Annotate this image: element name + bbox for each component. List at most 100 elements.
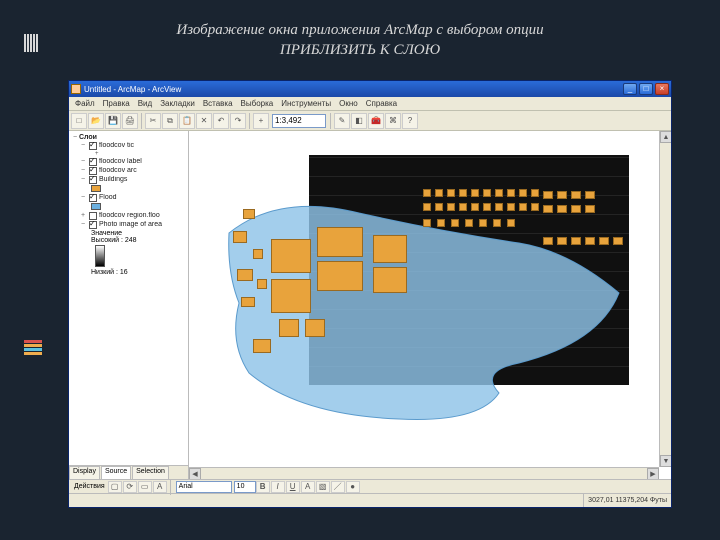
text-tool-icon[interactable]: A <box>153 481 167 493</box>
window-title: Untitled - ArcMap - ArcView <box>84 85 181 94</box>
draw-label[interactable]: Действия <box>71 483 108 490</box>
open-icon[interactable]: 📂 <box>88 113 104 129</box>
editor-toolbar-icon[interactable]: ✎ <box>334 113 350 129</box>
bold-button[interactable]: B <box>256 481 270 493</box>
line-color-icon[interactable]: ／ <box>331 481 345 493</box>
close-button[interactable]: × <box>655 83 669 95</box>
layer-label: floodcov label <box>99 158 186 165</box>
horizontal-scrollbar[interactable]: ◀ ▶ <box>189 467 659 479</box>
expand-icon[interactable]: − <box>79 221 87 228</box>
underline-button[interactable]: U <box>286 481 300 493</box>
layer-buildings[interactable]: − Buildings <box>71 176 186 184</box>
add-data-icon[interactable]: + <box>253 113 269 129</box>
minimize-button[interactable]: _ <box>623 83 637 95</box>
marker-color-icon[interactable]: ● <box>346 481 360 493</box>
raster-value-label: Значение <box>91 230 186 237</box>
scroll-left-icon[interactable]: ◀ <box>189 468 201 479</box>
maximize-button[interactable]: □ <box>639 83 653 95</box>
buildings-swatch <box>91 185 101 192</box>
layer-label: Flood <box>99 194 186 201</box>
checkbox-icon[interactable] <box>89 142 97 150</box>
print-icon[interactable]: 🖨 <box>122 113 138 129</box>
layer-label: floodcov region.floo <box>99 212 186 219</box>
draw-toolbar: Действия ▢ ⟳ ▭ A Arial 10 B I U A ▧ ／ ● <box>69 479 671 493</box>
expand-icon[interactable]: − <box>79 167 87 174</box>
buildings-layer <box>223 179 643 419</box>
scale-input[interactable]: 1:3,492 <box>272 114 326 128</box>
menu-view[interactable]: Вид <box>134 99 156 108</box>
vertical-scrollbar[interactable]: ▲ ▼ <box>659 131 671 467</box>
expand-icon[interactable]: − <box>79 158 87 165</box>
table-of-contents: − Слои − floodcov tic + − floodcov label… <box>69 131 189 479</box>
arcmap-icon <box>71 84 81 94</box>
toolbox-icon[interactable]: 🧰 <box>368 113 384 129</box>
checkbox-icon[interactable] <box>89 176 97 184</box>
menu-file[interactable]: Файл <box>71 99 99 108</box>
raster-gradient-swatch <box>95 245 105 267</box>
map-view[interactable]: ▲ ▼ ◀ ▶ <box>189 131 671 479</box>
layer-label: Photo image of area <box>99 221 186 228</box>
flood-swatch <box>91 203 101 210</box>
raster-high-label: Высокий : 248 <box>91 237 186 244</box>
scroll-right-icon[interactable]: ▶ <box>647 468 659 479</box>
slide-decor-stripes-left <box>24 340 42 356</box>
menu-insert[interactable]: Вставка <box>199 99 237 108</box>
font-size-select[interactable]: 10 <box>234 481 256 493</box>
expand-icon[interactable]: − <box>79 142 87 149</box>
italic-button[interactable]: I <box>271 481 285 493</box>
font-select[interactable]: Arial <box>176 481 232 493</box>
menu-bookmarks[interactable]: Закладки <box>156 99 199 108</box>
scroll-up-icon[interactable]: ▲ <box>660 131 671 143</box>
map-canvas[interactable] <box>219 149 653 469</box>
checkbox-icon[interactable] <box>89 194 97 202</box>
layer-label: Buildings <box>99 176 186 183</box>
slide-caption: Изображение окна приложения ArcMap с выб… <box>0 0 720 75</box>
scroll-down-icon[interactable]: ▼ <box>660 455 671 467</box>
menu-selection[interactable]: Выборка <box>237 99 278 108</box>
standard-toolbar: □ 📂 💾 🖨 ✂ ⧉ 📋 ✕ ↶ ↷ + 1:3,492 ✎ ◧ 🧰 ⌘ ? <box>69 111 671 131</box>
undo-icon[interactable]: ↶ <box>213 113 229 129</box>
layer-floodcov-tic[interactable]: − floodcov tic <box>71 142 186 150</box>
command-line-icon[interactable]: ⌘ <box>385 113 401 129</box>
select-element-icon[interactable]: ▢ <box>108 481 122 493</box>
symbol-point: + <box>95 151 186 157</box>
tab-selection[interactable]: Selection <box>132 466 169 479</box>
fill-color-icon[interactable]: ▧ <box>316 481 330 493</box>
menu-tools[interactable]: Инструменты <box>277 99 335 108</box>
save-icon[interactable]: 💾 <box>105 113 121 129</box>
tab-source[interactable]: Source <box>101 466 131 479</box>
raster-low-label: Низкий : 16 <box>91 269 186 276</box>
font-color-icon[interactable]: A <box>301 481 315 493</box>
help-icon[interactable]: ? <box>402 113 418 129</box>
expand-icon[interactable]: − <box>79 176 87 183</box>
tab-display[interactable]: Display <box>69 466 100 479</box>
expand-icon[interactable]: − <box>71 134 79 141</box>
layer-photo-image[interactable]: − Photo image of area <box>71 221 186 229</box>
titlebar[interactable]: Untitled - ArcMap - ArcView _ □ × <box>69 81 671 97</box>
caption-line1: Изображение окна приложения ArcMap с выб… <box>176 22 543 38</box>
cut-icon[interactable]: ✂ <box>145 113 161 129</box>
toc-tabs: Display Source Selection <box>69 465 188 479</box>
delete-icon[interactable]: ✕ <box>196 113 212 129</box>
rotate-icon[interactable]: ⟳ <box>123 481 137 493</box>
workarea: − Слои − floodcov tic + − floodcov label… <box>69 131 671 479</box>
layer-flood[interactable]: − Flood <box>71 194 186 202</box>
toc-tree[interactable]: − Слои − floodcov tic + − floodcov label… <box>69 131 188 465</box>
layer-label: floodcov arc <box>99 167 186 174</box>
draw-shape-icon[interactable]: ▭ <box>138 481 152 493</box>
checkbox-icon[interactable] <box>89 221 97 229</box>
expand-icon[interactable]: + <box>79 212 87 219</box>
menu-help[interactable]: Справка <box>362 99 401 108</box>
menu-edit[interactable]: Правка <box>99 99 134 108</box>
arccatalog-icon[interactable]: ◧ <box>351 113 367 129</box>
new-icon[interactable]: □ <box>71 113 87 129</box>
menu-window[interactable]: Окно <box>335 99 362 108</box>
paste-icon[interactable]: 📋 <box>179 113 195 129</box>
caption-line2: ПРИБЛИЗИТЬ К СЛОЮ <box>280 42 440 58</box>
coordinates-readout: 3027,01 11375,204 Футы <box>583 494 671 507</box>
expand-icon[interactable]: − <box>79 194 87 201</box>
redo-icon[interactable]: ↷ <box>230 113 246 129</box>
copy-icon[interactable]: ⧉ <box>162 113 178 129</box>
slide-decor-stripes-top <box>24 34 39 52</box>
arcmap-window: Untitled - ArcMap - ArcView _ □ × Файл П… <box>68 80 672 508</box>
